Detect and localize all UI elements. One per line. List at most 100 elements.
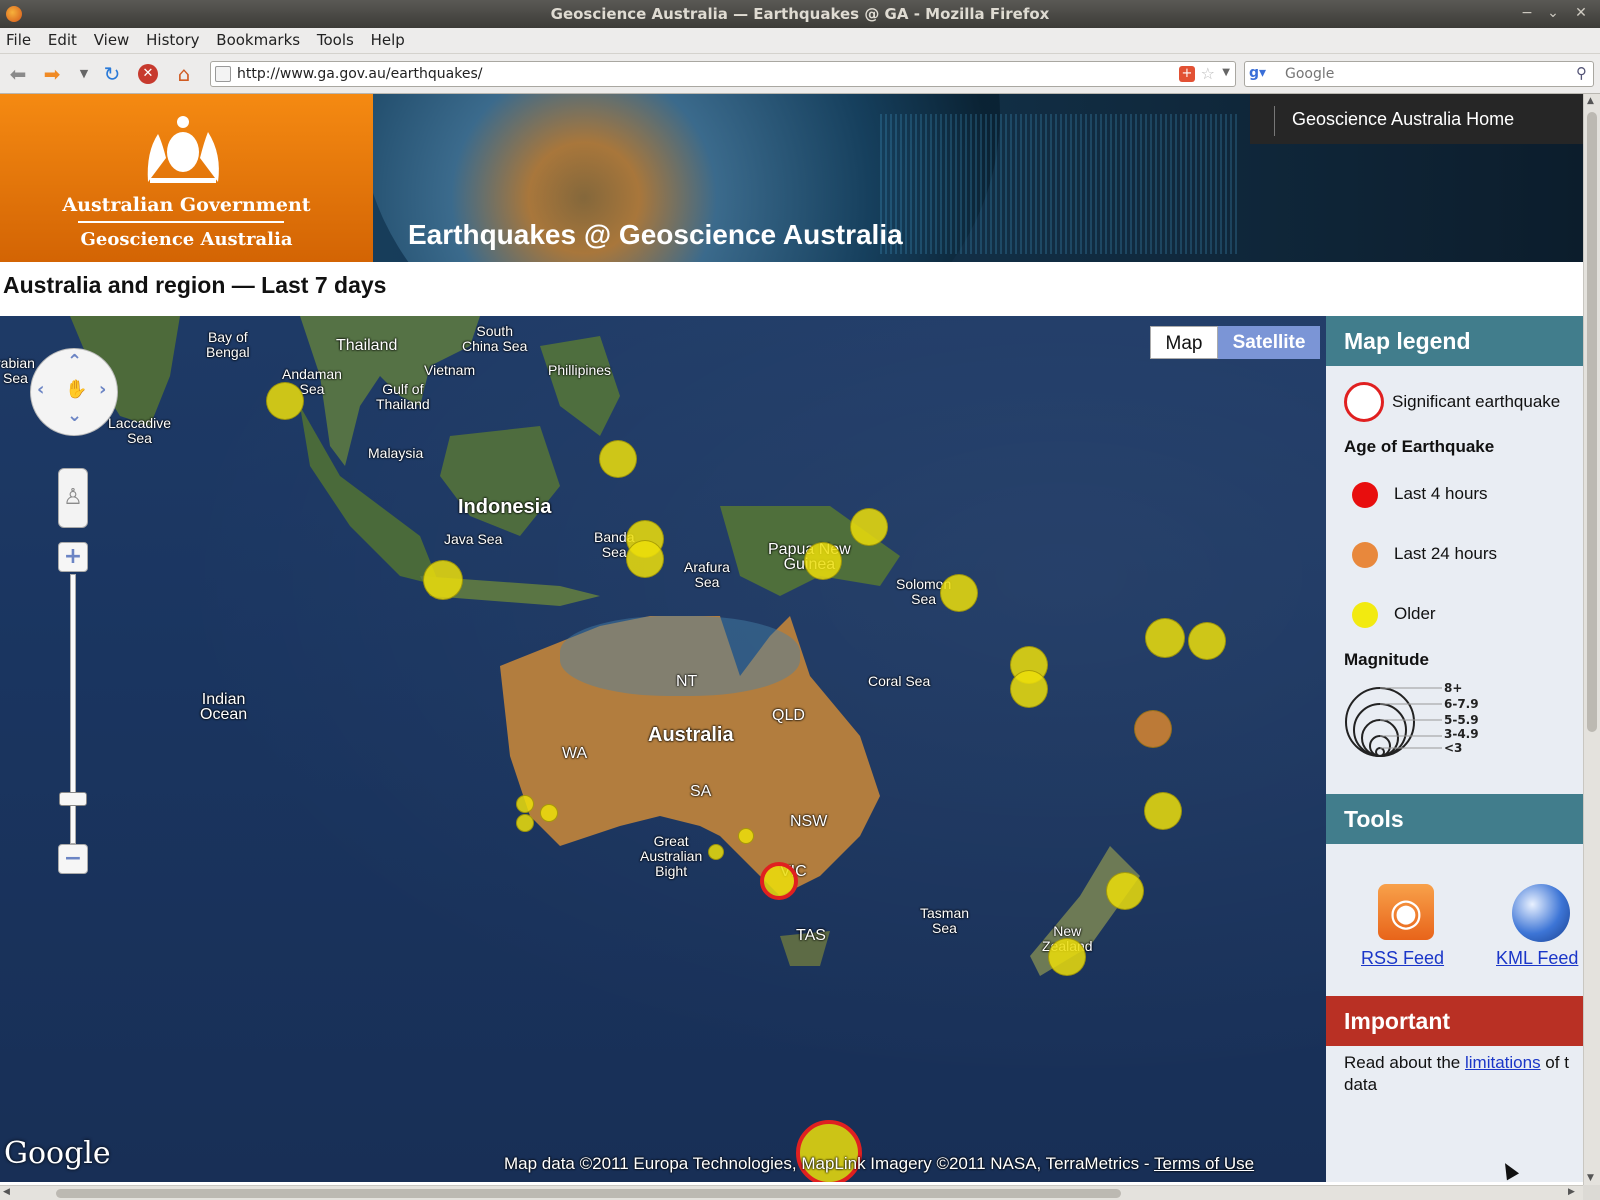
earthquake-marker[interactable]: [540, 804, 558, 822]
earthquake-marker[interactable]: [850, 508, 888, 546]
menu-tools[interactable]: Tools: [311, 28, 360, 49]
magnitude-label: <3: [1444, 741, 1463, 755]
earthquake-marker-24h[interactable]: [1134, 710, 1172, 748]
terms-of-use-link[interactable]: Terms of Use: [1154, 1154, 1254, 1173]
earthquake-marker[interactable]: [1144, 792, 1182, 830]
earthquake-marker[interactable]: [266, 382, 304, 420]
site-identity-icon[interactable]: [215, 66, 231, 82]
url-dropdown-icon[interactable]: ▼: [1222, 67, 1230, 78]
forward-arrow-icon[interactable]: ➡: [40, 62, 64, 86]
earthquake-marker[interactable]: [1048, 938, 1086, 976]
map-label-coral-sea: Coral Sea: [868, 673, 931, 689]
rss-feed-link[interactable]: RSS Feed: [1361, 948, 1444, 969]
earthquake-marker[interactable]: [1106, 872, 1144, 910]
search-magnifier-icon[interactable]: ⚲: [1576, 64, 1587, 82]
earthquake-marker[interactable]: [423, 560, 463, 600]
history-dropdown-icon[interactable]: ▼: [72, 62, 96, 86]
earthquake-marker[interactable]: [626, 540, 664, 578]
url-text[interactable]: http://www.ga.gov.au/earthquakes/: [237, 66, 482, 82]
menu-history[interactable]: History: [140, 28, 205, 49]
earthquake-marker[interactable]: [516, 795, 534, 813]
attribution-text: Map data ©2011 Europa Technologies, MapL…: [504, 1154, 1154, 1173]
pan-left-icon[interactable]: ‹: [37, 379, 44, 400]
maximize-button[interactable]: ⌄: [1544, 4, 1562, 22]
map-label-thailand: Thailand: [336, 337, 398, 354]
significant-earthquake-marker[interactable]: [760, 862, 798, 900]
older-dot-icon: [1352, 602, 1378, 628]
street-view-pegman-icon[interactable]: ♙: [58, 468, 88, 528]
stop-icon[interactable]: ✕: [136, 62, 160, 86]
search-bar[interactable]: g▾ ⚲: [1244, 61, 1594, 87]
map-type-map-button[interactable]: Map: [1150, 326, 1218, 359]
pan-control[interactable]: ⌃ ⌄ ‹ › ✋: [30, 348, 118, 436]
close-window-button[interactable]: ✕: [1572, 4, 1590, 22]
back-arrow-icon[interactable]: ⬅: [6, 62, 30, 86]
limitations-link[interactable]: limitations: [1465, 1053, 1541, 1072]
google-earth-icon[interactable]: [1512, 884, 1570, 942]
earthquake-marker[interactable]: [1010, 670, 1048, 708]
menu-help[interactable]: Help: [365, 28, 411, 49]
map-label-philippines: Phillipines: [548, 362, 612, 378]
horizontal-scroll-thumb[interactable]: [56, 1189, 1121, 1198]
legend-age-label: Last 24 hours: [1394, 544, 1498, 563]
minimize-button[interactable]: −: [1518, 4, 1536, 22]
rss-feed-icon[interactable]: ◉: [1378, 884, 1434, 940]
address-bar[interactable]: http://www.ga.gov.au/earthquakes/ + ☆ ▼: [210, 61, 1236, 87]
map-label-indonesia: Indonesia: [458, 496, 552, 518]
map-label-arabian-sea: rabianSea: [0, 355, 35, 386]
vertical-scroll-thumb[interactable]: [1587, 112, 1597, 732]
scroll-up-icon[interactable]: ▲: [1587, 96, 1594, 106]
menu-edit[interactable]: Edit: [42, 28, 83, 49]
last-4-hours-dot-icon: [1352, 482, 1378, 508]
earthquake-marker[interactable]: [1188, 622, 1226, 660]
earthquake-marker[interactable]: [738, 828, 754, 844]
earthquake-map[interactable]: rabianSea Bay ofBengal Thailand SouthChi…: [0, 316, 1326, 1182]
age-heading: Age of Earthquake: [1344, 437, 1495, 456]
important-title: Important: [1326, 996, 1583, 1046]
map-label-south-china-sea: South China Sea: [462, 323, 528, 354]
map-type-satellite-button[interactable]: Satellite: [1218, 326, 1320, 359]
bookmark-star-icon[interactable]: ☆: [1201, 64, 1215, 83]
menu-file[interactable]: File: [0, 28, 37, 49]
search-engine-icon[interactable]: g▾: [1249, 65, 1279, 83]
zoom-out-button[interactable]: −: [58, 844, 88, 874]
map-attribution: Map data ©2011 Europa Technologies, MapL…: [504, 1154, 1254, 1174]
map-label-nt: NT: [676, 673, 698, 690]
magnitude-label: 8+: [1444, 681, 1463, 695]
earthquake-marker[interactable]: [1145, 618, 1185, 658]
earthquake-marker[interactable]: [516, 814, 534, 832]
nav-separator: [1274, 106, 1275, 136]
kml-feed-link[interactable]: KML Feed: [1496, 948, 1578, 969]
addon-plus-icon[interactable]: +: [1179, 66, 1195, 82]
vertical-scrollbar[interactable]: ▲ ▼: [1583, 94, 1600, 1185]
google-logo[interactable]: Google: [4, 1136, 111, 1171]
legend-age-label: Last 4 hours: [1394, 484, 1488, 503]
menu-bookmarks[interactable]: Bookmarks: [210, 28, 306, 49]
earthquake-marker[interactable]: [804, 542, 842, 580]
search-input[interactable]: [1285, 64, 1555, 84]
government-logo-block[interactable]: Australian Government Geoscience Austral…: [0, 94, 373, 262]
ga-home-link[interactable]: Geoscience Australia Home: [1292, 109, 1514, 130]
earthquake-marker[interactable]: [940, 574, 978, 612]
land-masses: [70, 316, 1140, 976]
hand-icon[interactable]: ✋: [65, 379, 87, 400]
reload-icon[interactable]: ↻: [100, 62, 124, 86]
pan-up-icon[interactable]: ⌃: [67, 351, 82, 372]
earthquake-marker[interactable]: [708, 844, 724, 860]
scroll-down-icon[interactable]: ▼: [1587, 1173, 1594, 1183]
pan-right-icon[interactable]: ›: [99, 379, 106, 400]
menu-view[interactable]: View: [88, 28, 136, 49]
earthquake-marker[interactable]: [599, 440, 637, 478]
top-nav-bar: Geoscience Australia Home: [1250, 94, 1583, 144]
legend-significant-label: Significant earthquake: [1392, 392, 1561, 411]
seismic-wave-image: [880, 114, 1240, 254]
zoom-in-button[interactable]: +: [58, 542, 88, 572]
page-viewport: Australian Government Geoscience Austral…: [0, 94, 1583, 1185]
horizontal-scrollbar[interactable]: ◀ ▶: [0, 1185, 1583, 1200]
magnitude-circles-icon: [1345, 687, 1442, 757]
pan-down-icon[interactable]: ⌄: [67, 405, 82, 426]
home-icon[interactable]: ⌂: [172, 62, 196, 86]
scroll-right-icon[interactable]: ▶: [1568, 1187, 1575, 1197]
zoom-slider-handle[interactable]: [59, 792, 87, 806]
scroll-left-icon[interactable]: ◀: [3, 1187, 10, 1197]
